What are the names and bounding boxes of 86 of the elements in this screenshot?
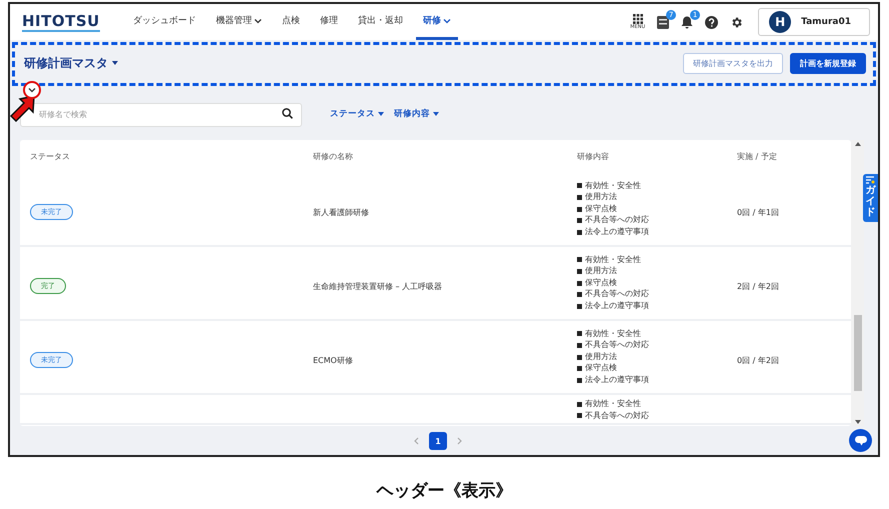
chat-button[interactable] bbox=[849, 429, 872, 452]
chevron-down-icon bbox=[28, 87, 36, 93]
column-header: 研修の名称 bbox=[313, 151, 354, 162]
filter-dropdown[interactable]: ステータス bbox=[330, 108, 384, 120]
document-button[interactable] bbox=[657, 16, 670, 28]
content-item: 不具合等への対応 bbox=[585, 340, 649, 351]
page-button[interactable]: 1 bbox=[429, 432, 447, 450]
pointer-arrow bbox=[10, 94, 36, 122]
chat-bubble-icon bbox=[854, 436, 866, 446]
nav-item[interactable]: 研修 bbox=[416, 4, 458, 40]
count-cell: 0回 / 年1回 bbox=[737, 208, 779, 216]
bullet-icon bbox=[577, 413, 582, 418]
content-item: 有効性・安全性 bbox=[585, 399, 641, 410]
training-name: 新人看護師研修 bbox=[313, 208, 369, 216]
bullet-icon bbox=[577, 230, 582, 235]
search-field[interactable]: 研修名で検索 bbox=[20, 102, 302, 126]
content-item: 法令上の遵守事項 bbox=[585, 226, 649, 238]
settings-icon bbox=[730, 16, 744, 28]
count-cell: 0回 / 年2回 bbox=[737, 356, 779, 364]
user-menu-button[interactable]: H Tamura01 bbox=[758, 8, 870, 36]
content-item: 有効性・安全性 bbox=[585, 254, 641, 266]
list-icon bbox=[866, 176, 875, 184]
training-name: ECMO研修 bbox=[313, 356, 353, 364]
scroll-down-icon bbox=[854, 420, 860, 424]
content-item: 不具合等への対応 bbox=[585, 410, 649, 422]
content-item: 使用方法 bbox=[585, 192, 617, 203]
scrollbar[interactable] bbox=[851, 140, 864, 426]
search-icon[interactable] bbox=[282, 108, 293, 119]
export-button[interactable]: 研修計画マスタを出力 bbox=[683, 52, 783, 74]
guide-tab[interactable]: ガイド bbox=[863, 174, 878, 222]
column-header: 研修内容 bbox=[577, 151, 610, 162]
bullet-icon bbox=[577, 218, 582, 224]
nav-item[interactable]: ダッシュボード bbox=[126, 4, 203, 40]
content-item: 法令上の遵守事項 bbox=[585, 300, 649, 312]
bullet-icon bbox=[577, 342, 582, 348]
bullet-icon bbox=[577, 331, 582, 336]
content-item: 不具合等への対応 bbox=[585, 215, 649, 226]
user-name: Tamura01 bbox=[801, 17, 851, 27]
page-title[interactable]: 研修計画マスタ bbox=[24, 54, 118, 72]
bullet-icon bbox=[577, 304, 582, 309]
content-item: 有効性・安全性 bbox=[585, 180, 641, 192]
bullet-icon bbox=[577, 354, 582, 360]
count-cell: 2回 / 年2回 bbox=[737, 282, 779, 290]
training-name: 生命維持管理装置研修 – 人工呼吸器 bbox=[313, 282, 442, 290]
collapse-toggle[interactable] bbox=[23, 81, 41, 99]
create-plan-button[interactable]: 計画を新規登録 bbox=[790, 52, 866, 74]
bullet-icon bbox=[577, 206, 582, 212]
bullet-icon bbox=[577, 378, 582, 383]
bullet-icon bbox=[577, 280, 582, 286]
logo[interactable]: HITOTSU bbox=[22, 12, 100, 32]
help-button[interactable] bbox=[705, 16, 718, 28]
user-avatar: H bbox=[769, 11, 792, 33]
column-header: 実施 / 予定 bbox=[737, 151, 778, 162]
scroll-up-icon bbox=[854, 142, 860, 146]
caret-icon bbox=[378, 112, 384, 116]
content-item: 使用方法 bbox=[585, 352, 617, 362]
caret-icon bbox=[433, 112, 439, 116]
help-icon bbox=[705, 16, 718, 28]
filter-dropdown[interactable]: 研修内容 bbox=[394, 108, 439, 120]
caption: ヘッダー《表示》 bbox=[376, 480, 512, 502]
scroll-thumb[interactable] bbox=[854, 315, 862, 391]
bullet-icon bbox=[577, 183, 582, 188]
settings-button[interactable] bbox=[730, 16, 744, 28]
content-item: 保守点検 bbox=[585, 278, 617, 288]
bullet-icon bbox=[577, 257, 582, 262]
nav-item[interactable]: 点検 bbox=[274, 4, 307, 40]
content-item: 保守点検 bbox=[585, 204, 617, 214]
column-header: ステータス bbox=[30, 151, 71, 162]
notification-button[interactable] bbox=[681, 16, 694, 28]
grid-icon bbox=[632, 14, 643, 24]
bullet-icon bbox=[577, 194, 582, 200]
caret-icon bbox=[112, 61, 118, 65]
bullet-icon bbox=[577, 268, 582, 274]
nav-item[interactable]: 機器管理 bbox=[208, 4, 269, 40]
bullet-icon bbox=[577, 292, 582, 298]
content-item: 保守点検 bbox=[585, 363, 617, 374]
content-item: 使用方法 bbox=[585, 266, 617, 277]
nav-item[interactable]: 修理 bbox=[312, 4, 345, 40]
content-item: 法令上の遵守事項 bbox=[585, 374, 649, 386]
content-item: 有効性・安全性 bbox=[585, 328, 641, 340]
bell-icon bbox=[681, 16, 694, 28]
document-icon bbox=[657, 16, 670, 28]
bullet-icon bbox=[577, 402, 582, 407]
content-item: 不具合等への対応 bbox=[585, 289, 649, 300]
bullet-icon bbox=[577, 366, 582, 372]
nav-item[interactable]: 貸出・返却 bbox=[350, 4, 410, 40]
